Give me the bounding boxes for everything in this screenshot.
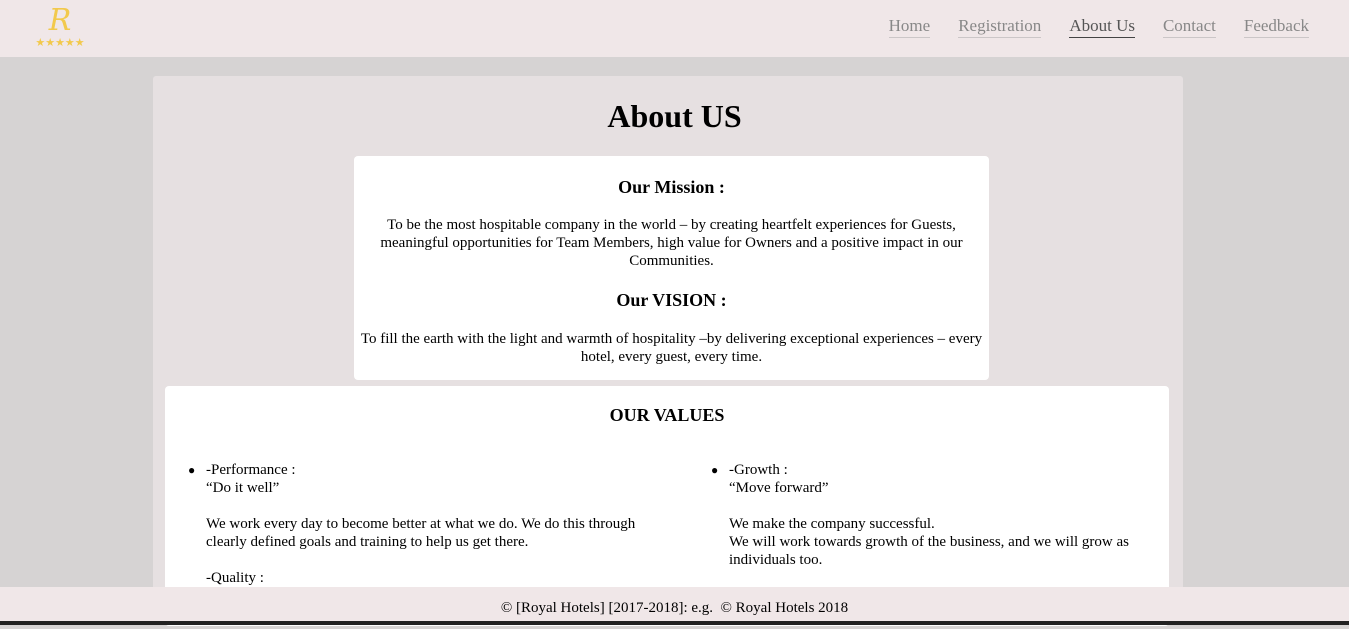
nav-about-us[interactable]: About Us bbox=[1069, 16, 1135, 38]
logo-stars-icon: ★★★★★ bbox=[35, 36, 85, 49]
main-nav: Home Registration About Us Contact Feedb… bbox=[888, 16, 1309, 38]
value-motto: “Do it well” bbox=[206, 480, 280, 496]
value-item-growth: ● -Growth : “Move forward” We make the c… bbox=[711, 461, 1159, 569]
mission-text: To be the most hospitable company in the… bbox=[380, 217, 963, 269]
value-item-performance: ● -Performance : “Do it well” We work ev… bbox=[188, 461, 676, 587]
value-description: We work every day to become better at wh… bbox=[206, 516, 636, 550]
mission-vision-card: Our Mission : To be the most hospitable … bbox=[354, 156, 989, 380]
mission-heading: Our Mission : bbox=[618, 177, 725, 197]
page-title: About US bbox=[607, 98, 742, 134]
site-header: R ★★★★★ Home Registration About Us Conta… bbox=[0, 0, 1349, 57]
nav-contact[interactable]: Contact bbox=[1162, 16, 1216, 38]
royal-hotels-logo[interactable]: R ★★★★★ bbox=[28, 6, 92, 54]
value-motto: “Move forward” bbox=[729, 480, 829, 496]
nav-registration[interactable]: Registration bbox=[958, 16, 1042, 38]
logo-letter: R bbox=[48, 3, 72, 38]
value-description: We make the company successful. bbox=[729, 516, 935, 532]
bullet-icon: ● bbox=[711, 463, 719, 477]
values-heading: OUR VALUES bbox=[609, 405, 725, 425]
value-name: -Performance : bbox=[206, 462, 296, 478]
value-description: We will work towards growth of the busin… bbox=[729, 534, 1129, 568]
vision-heading: Our VISION : bbox=[616, 290, 727, 310]
bottom-bar bbox=[0, 621, 1349, 625]
value-name: -Growth : bbox=[729, 462, 788, 478]
value-name-partial: -Quality : bbox=[206, 570, 264, 586]
site-footer: © [Royal Hotels] [2017-2018]: e.g. © Roy… bbox=[0, 587, 1349, 622]
nav-home[interactable]: Home bbox=[888, 16, 931, 38]
nav-feedback[interactable]: Feedback bbox=[1243, 16, 1309, 38]
footer-copyright: © [Royal Hotels] [2017-2018]: e.g. © Roy… bbox=[500, 600, 849, 616]
bullet-icon: ● bbox=[188, 463, 196, 477]
vision-text: To fill the earth with the light and war… bbox=[360, 331, 983, 365]
